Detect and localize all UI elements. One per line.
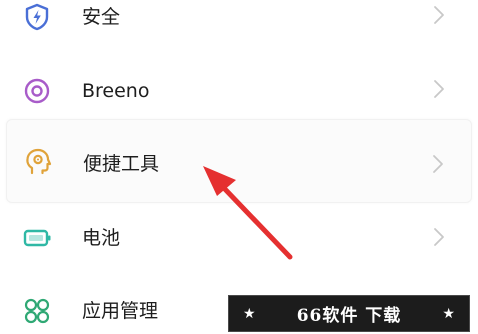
settings-item-battery[interactable]: 电池: [6, 206, 472, 272]
watermark-text: 66软件 下载: [296, 306, 402, 326]
head-gear-icon: [26, 148, 52, 175]
settings-item-label: 电池: [82, 227, 121, 249]
settings-item-label: Breeno: [82, 80, 150, 102]
settings-item-label: 应用管理: [82, 300, 159, 322]
settings-item-convenience-tools[interactable]: 便捷工具: [6, 119, 472, 203]
chevron-right-icon: [434, 228, 444, 246]
watermark-banner: ★ 66软件 下载 ★: [228, 295, 470, 332]
star-icon: ★: [243, 305, 256, 322]
chevron-right-icon: [433, 155, 443, 173]
breeno-ring-icon: [24, 78, 50, 104]
chevron-right-icon: [434, 6, 444, 24]
settings-item-security[interactable]: 安全: [6, 0, 472, 50]
shield-bolt-icon: [25, 3, 49, 31]
battery-icon: [23, 229, 51, 247]
settings-list: 安全 Breeno 便捷工具 电池 应用管理: [0, 0, 478, 334]
app-grid-icon: [24, 298, 50, 324]
settings-item-breeno[interactable]: Breeno: [6, 58, 472, 124]
settings-item-label: 便捷工具: [83, 153, 160, 175]
settings-item-label: 安全: [82, 6, 121, 28]
star-icon: ★: [442, 305, 455, 322]
settings-page: 安全 Breeno 便捷工具 电池 应用管理 ★ 66软件 下载 ★: [0, 0, 478, 334]
chevron-right-icon: [434, 80, 444, 98]
